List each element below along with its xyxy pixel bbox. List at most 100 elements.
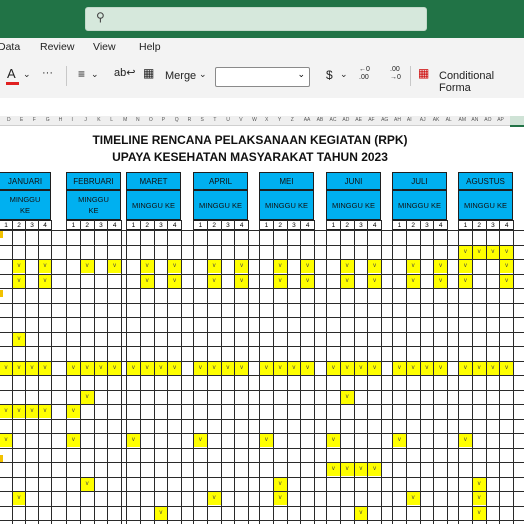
column-letter[interactable]: AJ [420,117,426,123]
scheduled-cell[interactable]: v [459,361,472,375]
column-letter[interactable]: K [97,117,100,123]
scheduled-cell[interactable]: v [26,405,38,418]
scheduled-cell[interactable]: v [80,361,94,375]
scheduled-cell[interactable]: v [67,405,80,418]
scheduled-cell[interactable]: v [327,361,340,375]
column-letter[interactable]: AP [497,117,504,123]
scheduled-cell[interactable]: v [13,405,25,418]
column-letter[interactable]: AM [459,117,467,123]
scheduled-cell[interactable]: v [434,274,447,288]
scheduled-cell[interactable]: v [327,434,340,447]
column-letter[interactable]: AD [342,117,349,123]
scheduled-cell[interactable]: v [221,361,235,375]
column-letter[interactable]: D [7,117,11,123]
column-letter[interactable]: Y [278,117,281,123]
column-letter[interactable]: W [252,117,257,123]
search-box[interactable]: ⚲ [85,7,427,31]
scheduled-cell[interactable]: v [235,260,248,273]
column-letter[interactable]: AB [317,117,324,123]
column-letter[interactable]: AA [304,117,311,123]
menu-view[interactable]: View [93,41,116,53]
scheduled-cell[interactable]: v [207,361,221,375]
font-color-button[interactable]: A [7,66,16,81]
column-letter[interactable]: AC [330,117,337,123]
scheduled-cell[interactable]: v [486,361,500,375]
scheduled-cell[interactable]: v [273,361,287,375]
column-header[interactable]: D E F G H I J K L M N O P Q R S T U V W X Y Z AA AB AC AD AE AF AG AH A… [0,116,524,126]
scheduled-cell[interactable]: v [273,260,287,273]
scheduled-cell[interactable]: v [154,361,168,375]
scheduled-cell[interactable]: v [393,361,406,375]
scheduled-cell[interactable]: v [368,361,381,375]
scheduled-cell[interactable]: v [168,274,181,288]
scheduled-cell[interactable]: v [194,361,207,375]
scheduled-cell[interactable]: v [127,434,140,447]
scheduled-cell[interactable]: v [0,405,12,418]
scheduled-cell[interactable]: v [340,463,354,476]
merge-chevron-icon[interactable]: ⌄ [199,69,207,80]
scheduled-cell[interactable]: v [235,361,248,375]
column-letter[interactable]: AG [381,117,388,123]
column-letter[interactable]: E [20,117,23,123]
scheduled-cell[interactable]: v [260,361,273,375]
column-letter[interactable]: AH [394,117,401,123]
scheduled-cell[interactable]: v [472,361,486,375]
scheduled-cell[interactable]: v [168,361,181,375]
scheduled-cell[interactable]: v [108,361,121,375]
menu-help[interactable]: Help [139,41,161,53]
scheduled-cell[interactable]: v [434,260,447,273]
scheduled-cell[interactable]: v [459,245,472,259]
scheduled-cell[interactable]: v [0,434,12,447]
scheduled-cell[interactable]: v [301,274,314,288]
scheduled-cell[interactable]: v [67,434,80,447]
scheduled-cell[interactable]: v [340,260,354,273]
column-letter[interactable]: Z [291,117,294,123]
scheduled-cell[interactable]: v [140,260,154,273]
scheduled-cell[interactable]: v [368,463,381,476]
scheduled-cell[interactable]: v [472,477,486,491]
scheduled-cell[interactable]: v [80,260,94,273]
scheduled-cell[interactable]: v [13,332,25,346]
scheduled-cell[interactable]: v [140,274,154,288]
menu-review[interactable]: Review [40,41,74,53]
wrap-text-icon[interactable]: ab↩ [114,66,135,79]
scheduled-cell[interactable]: v [13,260,25,273]
scheduled-cell[interactable]: v [235,274,248,288]
column-letter[interactable]: Q [175,117,179,123]
font-color-chevron-icon[interactable]: ⌄ [23,69,31,80]
scheduled-cell[interactable]: v [0,361,12,375]
more-button[interactable]: ··· [42,67,53,79]
column-letter[interactable]: H [59,117,63,123]
scheduled-cell[interactable]: v [472,506,486,520]
align-icon[interactable]: ≡ [78,67,85,81]
scheduled-cell[interactable]: v [94,361,108,375]
scheduled-cell[interactable]: v [13,492,25,505]
merge-button[interactable]: Merge [165,70,196,82]
scheduled-cell[interactable]: v [500,260,513,273]
scheduled-cell[interactable]: v [39,260,51,273]
column-letter[interactable]: P [162,117,165,123]
column-letter[interactable]: V [239,117,242,123]
scheduled-cell[interactable]: v [459,434,472,447]
column-letter[interactable]: T [213,117,216,123]
scheduled-cell[interactable]: v [39,361,51,375]
scheduled-cell[interactable]: v [194,434,207,447]
menu-data[interactable]: Data [0,41,20,53]
scheduled-cell[interactable]: v [260,434,273,447]
scheduled-cell[interactable]: v [368,274,381,288]
scheduled-cell[interactable]: v [127,361,140,375]
scheduled-cell[interactable]: v [354,506,368,520]
column-letter[interactable]: N [136,117,140,123]
scheduled-cell[interactable]: v [354,361,368,375]
scheduled-cell[interactable]: v [301,361,314,375]
scheduled-cell[interactable]: v [500,245,513,259]
increase-decimal-button[interactable]: ←0 .00 [359,66,370,82]
scheduled-cell[interactable]: v [406,361,420,375]
scheduled-cell[interactable]: v [80,390,94,404]
scheduled-cell[interactable]: v [273,492,287,505]
scheduled-cell[interactable]: v [406,492,420,505]
scheduled-cell[interactable]: v [67,361,80,375]
scheduled-cell[interactable]: v [459,274,472,288]
merge-icon[interactable]: ▦ [143,66,154,80]
column-letter[interactable]: AO [484,117,491,123]
